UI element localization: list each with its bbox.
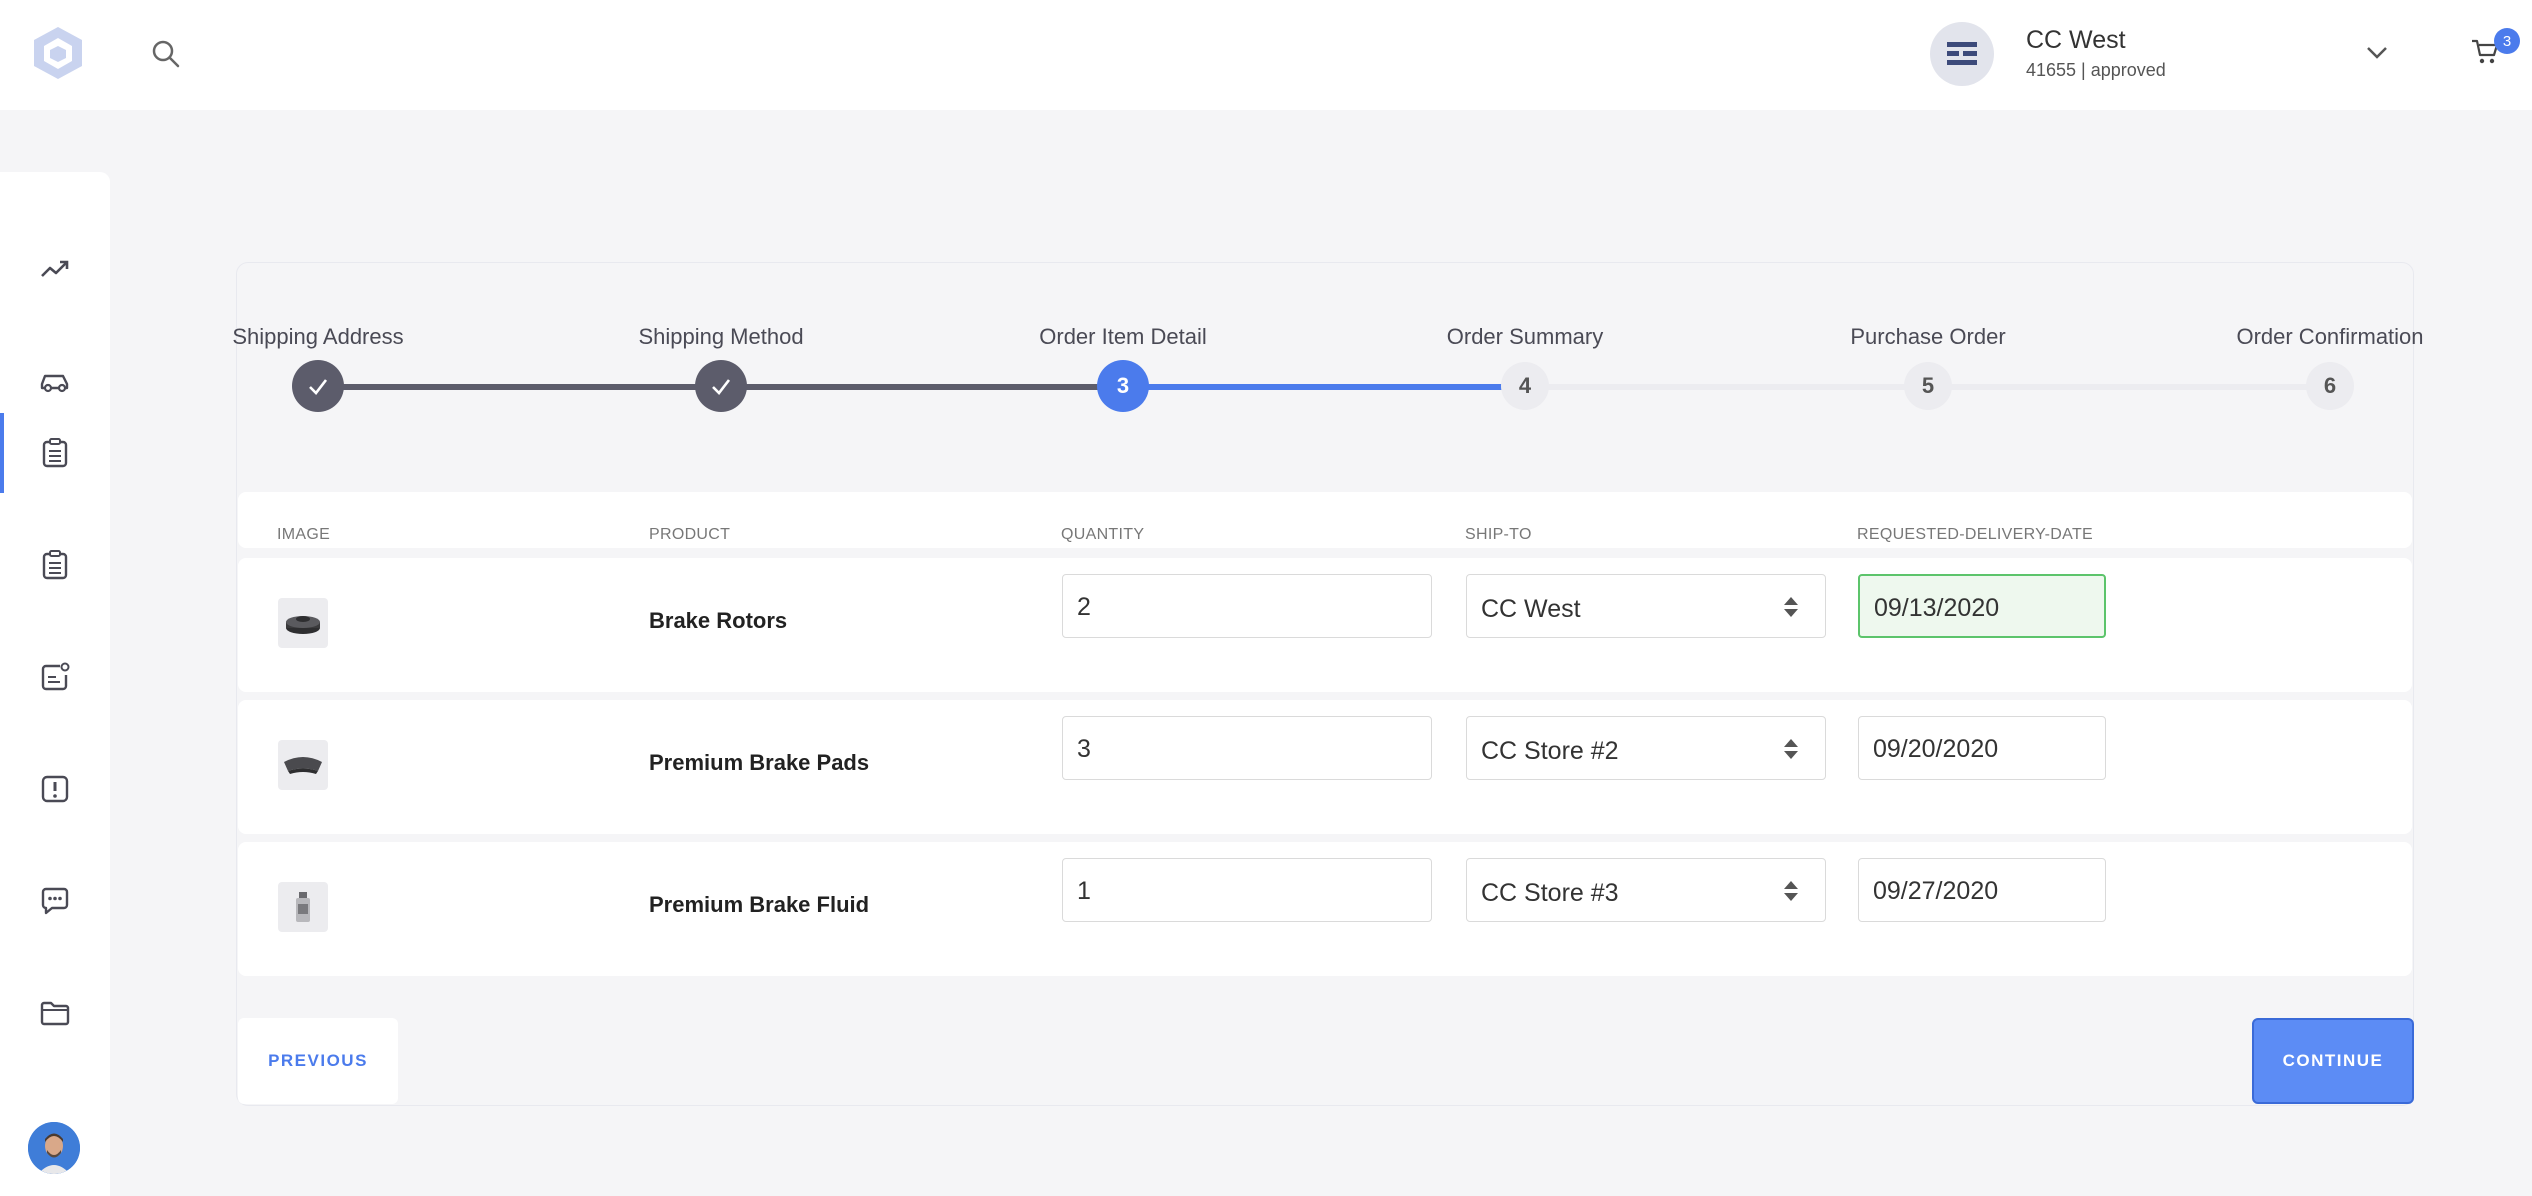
ship-to-value: CC Store #3	[1481, 879, 1619, 907]
previous-button[interactable]: PREVIOUS	[238, 1018, 398, 1104]
sidebar-item-files[interactable]	[0, 973, 110, 1053]
product-name: Brake Rotors	[649, 608, 788, 633]
cart-count-badge: 3	[2494, 28, 2520, 54]
step-4: 4	[1501, 362, 1549, 410]
step-3-current[interactable]: 3	[1097, 360, 1149, 412]
column-header-image: IMAGE	[277, 526, 331, 543]
sidebar-item-analytics[interactable]	[0, 229, 110, 309]
ship-to-select[interactable]: CC West	[1466, 574, 1826, 638]
ship-to-select[interactable]: CC Store #2	[1466, 716, 1826, 780]
trending-up-icon	[41, 260, 69, 277]
sidebar-item-contacts[interactable]	[0, 637, 110, 717]
ship-to-select[interactable]: CC Store #3	[1466, 858, 1826, 922]
account-status: 41655 | approved	[2026, 60, 2166, 80]
delivery-date-input[interactable]: 09/20/2020	[1858, 716, 2106, 780]
step-1-complete[interactable]	[292, 360, 344, 412]
delivery-date-input[interactable]: 09/27/2020	[1858, 858, 2106, 922]
clipboard-list-icon	[42, 438, 68, 468]
chevron-down-icon[interactable]	[2364, 42, 2390, 62]
column-header-requested-delivery-date: REQUESTED-DELIVERY-DATE	[1857, 526, 2093, 543]
sidebar-item-messages[interactable]	[0, 861, 110, 941]
account-name[interactable]: CC West	[2026, 26, 2126, 55]
product-name: Premium Brake Pads	[649, 750, 870, 775]
product-name: Premium Brake Fluid	[649, 892, 870, 917]
step-label-shipping-address: Shipping Address	[232, 324, 404, 349]
column-header-ship-to: SHIP-TO	[1465, 526, 1532, 543]
sidebar-item-vehicles[interactable]	[0, 340, 110, 420]
product-image-premium-brake-pads	[278, 740, 328, 790]
alert-icon	[41, 775, 69, 803]
product-image-premium-brake-fluid	[278, 882, 328, 932]
app-logo-icon[interactable]	[30, 24, 86, 82]
contact-card-icon	[41, 662, 70, 691]
car-icon	[40, 374, 69, 393]
step-2-complete[interactable]	[695, 360, 747, 412]
store-icon	[1947, 42, 1977, 65]
step-label-order-confirmation: Order Confirmation	[2236, 324, 2424, 349]
select-arrows-icon	[1784, 881, 1798, 901]
sidebar-item-lists[interactable]	[0, 525, 110, 605]
ship-to-value: CC West	[1481, 595, 1581, 623]
check-icon	[712, 379, 731, 395]
check-icon	[309, 379, 328, 395]
search-icon[interactable]	[150, 38, 182, 70]
continue-button[interactable]: CONTINUE	[2252, 1018, 2414, 1104]
sidebar-item-alerts[interactable]	[0, 749, 110, 829]
step-6: 6	[2306, 362, 2354, 410]
user-avatar[interactable]	[28, 1122, 80, 1174]
column-header-product: PRODUCT	[649, 526, 731, 543]
select-arrows-icon	[1784, 597, 1798, 617]
quantity-input[interactable]: 1	[1062, 858, 1432, 922]
product-image-brake-rotors	[278, 598, 328, 648]
step-label-purchase-order: Purchase Order	[1850, 324, 2006, 349]
stepper-line-active	[1123, 384, 1503, 390]
folder-icon	[40, 1001, 70, 1026]
clipboard-check-icon	[42, 550, 68, 580]
step-label-shipping-method: Shipping Method	[638, 324, 804, 349]
top-bar: CC West 41655 | approved 3	[0, 0, 2532, 110]
step-label-order-summary: Order Summary	[1446, 324, 1604, 349]
quantity-input[interactable]: 3	[1062, 716, 1432, 780]
step-label-order-item-detail: Order Item Detail	[1039, 324, 1207, 349]
delivery-date-input[interactable]: 09/13/2020	[1858, 574, 2106, 638]
ship-to-value: CC Store #2	[1481, 737, 1619, 765]
select-arrows-icon	[1784, 739, 1798, 759]
column-header-quantity: QUANTITY	[1061, 526, 1145, 543]
quantity-input[interactable]: 2	[1062, 574, 1432, 638]
account-avatar[interactable]	[1930, 22, 1994, 86]
chat-icon	[41, 887, 69, 915]
step-5: 5	[1904, 362, 1952, 410]
sidebar	[0, 172, 110, 1196]
sidebar-item-orders[interactable]	[0, 413, 110, 493]
